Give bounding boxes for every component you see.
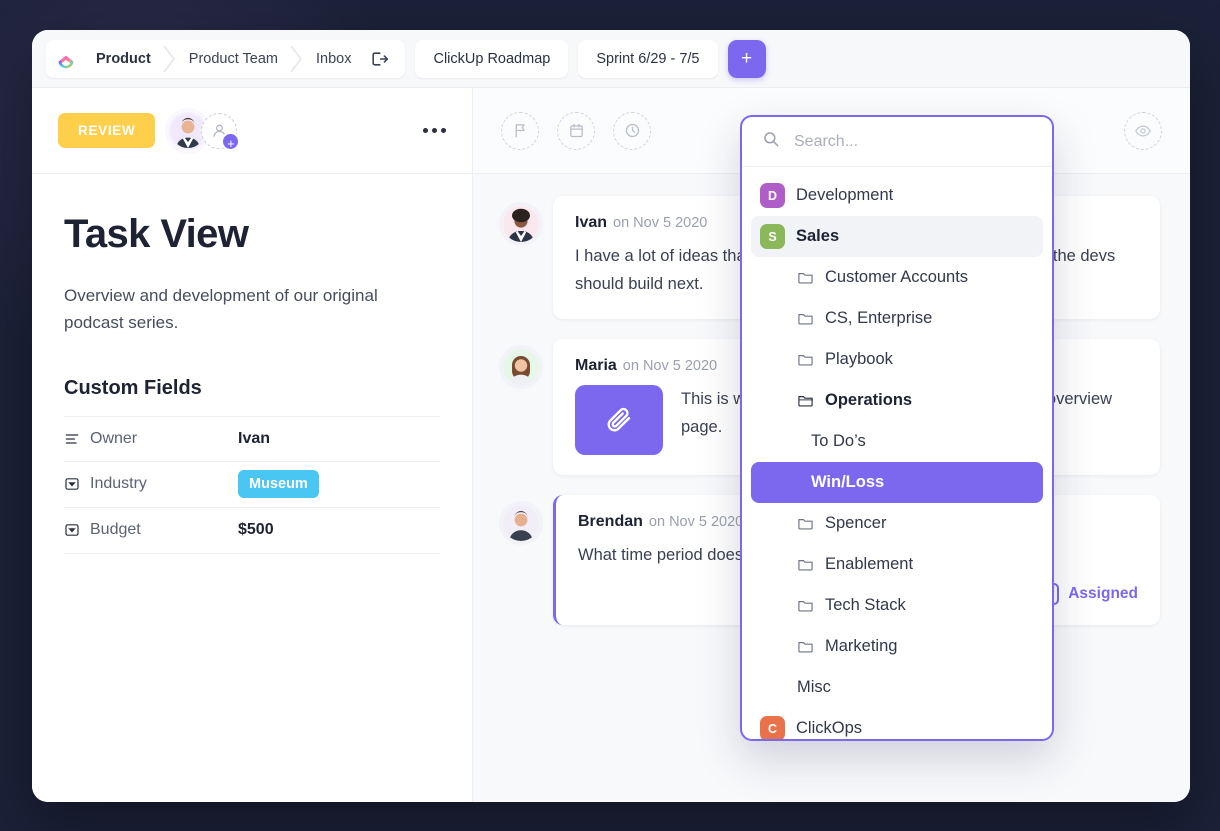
dropdown-item-marketing-folder[interactable]: Marketing: [751, 626, 1043, 667]
dropdown-item-label: To Do’s: [811, 432, 866, 450]
breadcrumb: Product Product Team Inbox: [46, 39, 406, 78]
text-field-icon: [64, 431, 90, 447]
comment-date: on Nov 5 2020: [622, 357, 718, 374]
dropdown-search-row: [742, 117, 1052, 167]
custom-field-row[interactable]: Owner Ivan: [64, 415, 440, 462]
custom-field-value: $500: [238, 521, 274, 539]
custom-field-label: Industry: [90, 475, 147, 493]
folder-icon: [797, 351, 814, 368]
dropdown-field-icon: [64, 476, 90, 492]
add-assignee-button[interactable]: +: [201, 112, 241, 151]
dropdown-item-label: ClickOps: [796, 719, 863, 737]
export-icon[interactable]: [363, 49, 399, 69]
dropdown-item-label: Misc: [797, 678, 831, 696]
dropdown-item-development[interactable]: D Development: [751, 175, 1043, 216]
dropdown-item-cs-enterprise[interactable]: CS, Enterprise: [751, 298, 1043, 339]
dropdown-item-label: Sales: [796, 227, 840, 245]
task-description: Overview and development of our original…: [64, 286, 378, 332]
app-background: Product Product Team Inbox ClickUp Roadm…: [0, 0, 1220, 831]
comment-author: Maria: [575, 356, 617, 374]
dropdown-item-label: Customer Accounts: [825, 268, 969, 286]
dropdown-item-operations[interactable]: Operations: [751, 380, 1043, 421]
breadcrumb-item-product[interactable]: Product: [84, 51, 163, 67]
tab-clickup-roadmap[interactable]: ClickUp Roadmap: [415, 39, 569, 78]
folder-icon: [797, 515, 814, 532]
page-title: Task View: [64, 212, 249, 256]
location-picker-dropdown: D Development S Sales Customer Accounts: [740, 115, 1054, 741]
add-view-button[interactable]: +: [727, 39, 766, 78]
dropdown-item-label: Win/Loss: [811, 473, 885, 491]
space-badge-icon: D: [760, 183, 785, 208]
task-toolbar: REVIEW +: [32, 88, 472, 174]
custom-fields-heading: Custom Fields: [64, 376, 202, 399]
dropdown-item-label: CS, Enterprise: [825, 309, 933, 327]
calendar-icon[interactable]: [557, 111, 595, 150]
dropdown-item-playbook[interactable]: Playbook: [751, 339, 1043, 380]
folder-open-icon: [797, 392, 814, 409]
dropdown-item-label: Development: [796, 186, 894, 204]
dropdown-item-label: Operations: [825, 391, 913, 409]
flag-icon[interactable]: [501, 111, 539, 150]
dropdown-item-customer-accounts[interactable]: Customer Accounts: [751, 257, 1043, 298]
breadcrumb-separator-icon: [290, 40, 304, 78]
task-detail-pane: REVIEW + Task View Overview and developm…: [32, 88, 473, 802]
app-window: Product Product Team Inbox ClickUp Roadm…: [32, 30, 1190, 802]
dropdown-item-sales[interactable]: S Sales: [751, 216, 1043, 257]
dropdown-item-label: Marketing: [825, 637, 898, 655]
folder-icon: [797, 597, 814, 614]
avatar-brendan[interactable]: [503, 504, 539, 541]
eye-icon[interactable]: [1124, 111, 1162, 150]
dropdown-item-spencer[interactable]: Spencer: [751, 503, 1043, 544]
tab-sprint[interactable]: Sprint 6/29 - 7/5: [578, 39, 718, 78]
dropdown-item-list: D Development S Sales Customer Accounts: [742, 167, 1052, 739]
top-bar: Product Product Team Inbox ClickUp Roadm…: [32, 30, 1190, 88]
custom-fields-table: Owner Ivan Industry Museum Budget $500: [64, 415, 440, 554]
paperclip-icon[interactable]: [575, 384, 663, 455]
avatar-image: [171, 113, 206, 148]
dropdown-item-label: Tech Stack: [825, 596, 906, 614]
task-content: Task View Overview and development of ou…: [32, 174, 472, 554]
space-badge-icon: S: [760, 224, 785, 249]
search-icon: [762, 130, 780, 153]
breadcrumb-item-product-team[interactable]: Product Team: [177, 51, 290, 67]
dropdown-item-enablement[interactable]: Enablement: [751, 544, 1043, 585]
comment-author: Ivan: [575, 214, 608, 231]
avatar-maria[interactable]: [503, 348, 539, 385]
folder-icon: [797, 556, 814, 573]
folder-icon: [797, 638, 814, 655]
dropdown-item-win-loss[interactable]: Win/Loss: [751, 462, 1043, 503]
search-input[interactable]: [794, 132, 1032, 151]
custom-field-label: Owner: [90, 429, 138, 447]
plus-icon: +: [221, 131, 241, 151]
custom-field-tag[interactable]: Museum: [238, 470, 319, 499]
breadcrumb-item-inbox[interactable]: Inbox: [304, 51, 363, 67]
folder-icon: [797, 310, 814, 327]
assigned-label: Assigned: [1068, 585, 1138, 603]
custom-field-value: Ivan: [238, 429, 271, 447]
breadcrumb-separator-icon: [163, 40, 177, 78]
custom-field-label: Budget: [90, 521, 141, 539]
clock-icon[interactable]: [613, 111, 651, 150]
comment-date: on Nov 5 2020: [613, 215, 708, 231]
comment-author: Brendan: [578, 512, 643, 530]
dropdown-item-label: Enablement: [825, 555, 914, 573]
dropdown-item-tech-stack[interactable]: Tech Stack: [751, 585, 1043, 626]
folder-icon: [797, 269, 814, 286]
custom-field-row[interactable]: Budget $500: [64, 508, 440, 554]
dropdown-item-clickops[interactable]: C ClickOps: [751, 708, 1043, 739]
dropdown-item-misc[interactable]: Misc: [751, 667, 1043, 708]
clickup-logo-icon: [56, 49, 76, 69]
comment-date: on Nov 5 2020: [648, 513, 744, 530]
space-badge-icon: C: [760, 716, 785, 739]
custom-field-row[interactable]: Industry Museum: [64, 462, 440, 508]
avatar-ivan[interactable]: [503, 206, 539, 242]
dropdown-field-icon: [64, 522, 90, 538]
dropdown-item-label: Playbook: [825, 350, 893, 368]
dropdown-item-label: Spencer: [825, 514, 887, 532]
assignee-group: +: [169, 111, 241, 151]
dropdown-item-to-dos[interactable]: To Do’s: [751, 421, 1043, 462]
more-options-icon[interactable]: [423, 128, 446, 133]
status-badge[interactable]: REVIEW: [58, 113, 156, 148]
